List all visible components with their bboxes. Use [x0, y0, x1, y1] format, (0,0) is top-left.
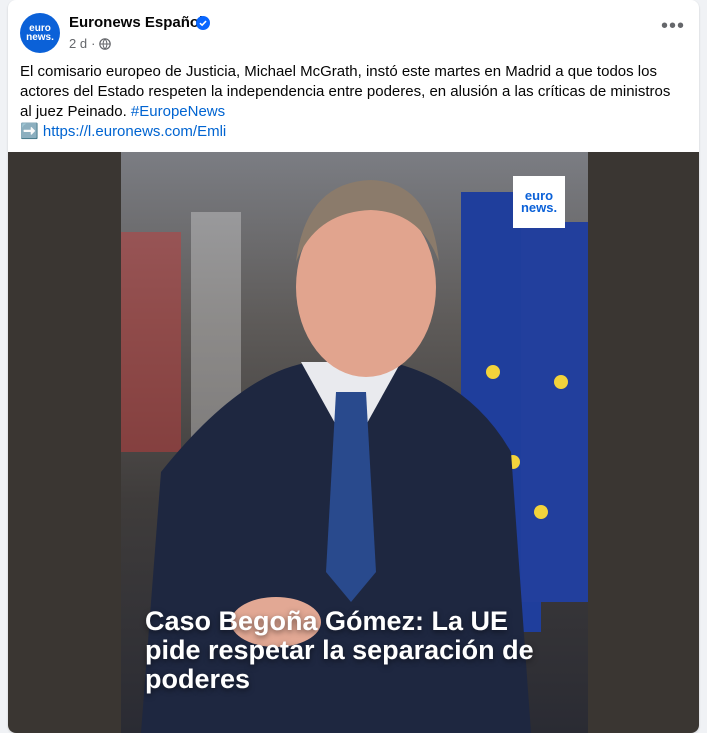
- page-name-link[interactable]: Euronews Español: [69, 14, 203, 31]
- external-link[interactable]: https://l.euronews.com/Emli: [43, 123, 226, 140]
- euronews-logo: euro news.: [513, 176, 565, 228]
- post-card: euro news. Euronews Español 2 d · ••• El…: [8, 0, 699, 733]
- post-meta: 2 d ·: [69, 36, 112, 51]
- avatar-text-line2: news.: [26, 32, 54, 43]
- post-media[interactable]: euro news. Caso Begoña Gómez: La UE pide…: [8, 152, 699, 733]
- meta-separator: ·: [91, 36, 96, 51]
- globe-icon: [99, 37, 112, 50]
- hashtag-link[interactable]: #EuropeNews: [131, 103, 225, 120]
- link-arrow-icon: ➡️: [20, 123, 39, 140]
- post-body: El comisario europeo de Justicia, Michae…: [20, 63, 671, 120]
- more-options-icon[interactable]: •••: [661, 16, 685, 40]
- post-timestamp[interactable]: 2 d: [69, 36, 87, 51]
- video-headline: Caso Begoña Gómez: La UE pide respetar l…: [145, 606, 534, 694]
- verified-badge-icon: [196, 16, 210, 30]
- logo-text-line2: news.: [520, 200, 558, 215]
- page-avatar[interactable]: euro news.: [20, 13, 60, 53]
- post-text: El comisario europeo de Justicia, Michae…: [20, 62, 686, 142]
- news-photo[interactable]: euro news. Caso Begoña Gómez: La UE pide…: [121, 152, 588, 733]
